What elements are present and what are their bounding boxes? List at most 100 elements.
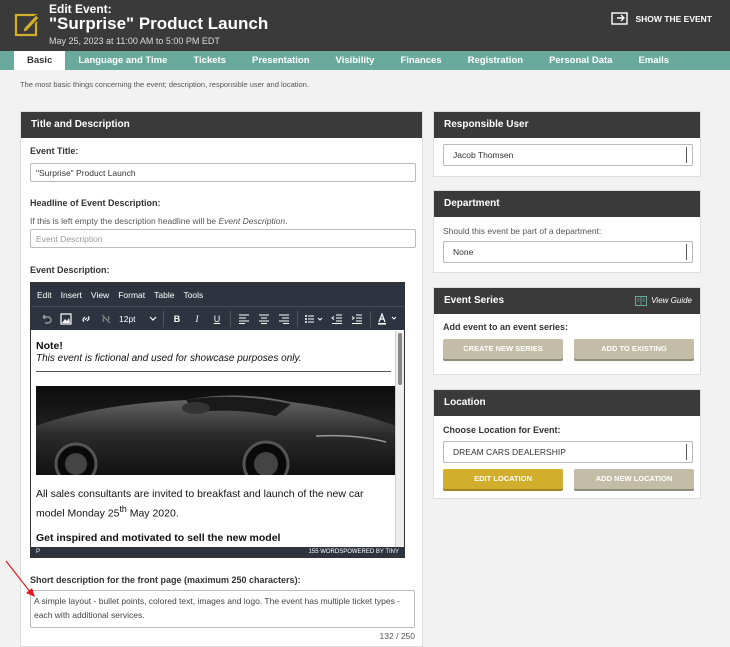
select-handle-icon	[686, 244, 690, 260]
select-handle-icon	[686, 147, 690, 163]
select-handle-icon	[686, 444, 690, 460]
location-label: Choose Location for Event:	[443, 425, 561, 435]
location-select[interactable]: DREAM CARS DEALERSHIP	[443, 441, 693, 463]
department-help: Should this event be part of a departmen…	[443, 226, 602, 236]
show-event-button[interactable]: SHOW THE EVENT	[611, 12, 712, 25]
edit-event-icon	[14, 13, 40, 37]
department-value: None	[453, 247, 474, 257]
unlink-icon[interactable]	[96, 309, 116, 329]
responsible-user-value: Jacob Thomsen	[453, 150, 514, 160]
editor-content[interactable]: Note! This event is fictional and used f…	[31, 331, 396, 548]
toolbar-divider	[163, 310, 164, 327]
create-new-series-button[interactable]: CREATE NEW SERIES	[443, 339, 563, 359]
car-image	[36, 386, 395, 475]
tab-tickets[interactable]: Tickets	[180, 51, 239, 70]
editor-menubar: Edit Insert View Format Table Tools	[31, 283, 404, 306]
note-title: Note!	[36, 340, 63, 352]
bold-icon[interactable]: B	[167, 309, 187, 329]
show-event-label: SHOW THE EVENT	[635, 13, 712, 24]
text-color-icon[interactable]	[374, 309, 404, 329]
short-description-label: Short description for the front page (ma…	[30, 575, 301, 585]
toolbar-divider	[230, 310, 231, 327]
panel-heading: Location	[434, 390, 700, 416]
tab-bar: Basic Language and Time Tickets Presenta…	[0, 51, 730, 70]
panel-heading: Event Series View Guide	[434, 288, 700, 314]
editor-menu-format[interactable]: Format	[118, 290, 145, 300]
editor-word-count: 155 WORDSPOWERED BY TINY	[308, 549, 399, 555]
guide-book-icon	[635, 296, 648, 306]
tab-basic[interactable]: Basic	[14, 51, 66, 70]
page-intro: The most basic things concerning the eve…	[20, 80, 309, 89]
align-left-icon[interactable]	[234, 309, 254, 329]
align-center-icon[interactable]	[254, 309, 274, 329]
event-series-heading: Event Series	[444, 295, 505, 306]
horizontal-rule	[36, 371, 391, 372]
editor-path: P	[36, 549, 41, 555]
view-guide-link[interactable]: View Guide	[635, 288, 692, 314]
arrow-annotation	[5, 560, 35, 597]
para-text-b: May 2020.	[126, 507, 179, 520]
panel-heading: Responsible User	[434, 112, 700, 138]
editor-statusbar: P 155 WORDSPOWERED BY TINY	[31, 547, 404, 557]
toolbar-divider	[370, 310, 371, 327]
tab-registration[interactable]: Registration	[455, 51, 536, 70]
editor-menu-edit[interactable]: Edit	[37, 290, 52, 300]
edit-location-button[interactable]: EDIT LOCATION	[443, 469, 563, 489]
headline-help-em: Event Description	[218, 216, 286, 226]
align-right-icon[interactable]	[274, 309, 294, 329]
font-size-value: 12pt	[119, 313, 136, 324]
tab-visibility[interactable]: Visibility	[323, 51, 388, 70]
headline-label: Headline of Event Description:	[30, 198, 161, 208]
panel-heading: Department	[434, 191, 700, 217]
para-text-a: All sales consultants are invited to bre…	[36, 488, 364, 520]
underline-icon[interactable]: U	[207, 309, 227, 329]
add-to-existing-button[interactable]: ADD TO EXISTING	[574, 339, 694, 359]
tab-presentation[interactable]: Presentation	[239, 51, 323, 70]
toolbar-divider	[297, 310, 298, 327]
rich-text-editor: Edit Insert View Format Table Tools 12pt…	[30, 282, 405, 558]
editor-heading-line: Get inspired and motivated to sell the n…	[36, 531, 281, 544]
open-external-icon	[611, 12, 629, 25]
page-title: "Surprise" Product Launch	[49, 14, 269, 33]
headline-help-prefix: If this is left empty the description he…	[30, 216, 219, 226]
undo-icon[interactable]	[36, 309, 56, 329]
editor-menu-insert[interactable]: Insert	[61, 290, 82, 300]
font-size-select[interactable]: 12pt	[116, 309, 160, 329]
description-label: Event Description:	[30, 265, 110, 275]
editor-paragraph: All sales consultants are invited to bre…	[36, 487, 391, 522]
event-title-label: Event Title:	[30, 146, 79, 156]
tab-language-and-time[interactable]: Language and Time	[65, 51, 180, 70]
link-icon[interactable]	[76, 309, 96, 329]
event-date: May 25, 2023 at 11:00 AM to 5:00 PM EDT	[49, 36, 220, 46]
tab-emails[interactable]: Emails	[625, 51, 682, 70]
bullet-list-icon[interactable]	[301, 309, 327, 329]
app-header: Edit Event: "Surprise" Product Launch Ma…	[0, 0, 730, 51]
editor-toolbar: 12pt B I U	[31, 306, 404, 330]
para-superscript: th	[119, 504, 127, 514]
editor-menu-tools[interactable]: Tools	[183, 290, 203, 300]
headline-input[interactable]: Event Description	[30, 229, 416, 248]
scrollbar-thumb[interactable]	[398, 333, 402, 385]
view-guide-label: View Guide	[651, 296, 692, 305]
tab-finances[interactable]: Finances	[387, 51, 454, 70]
outdent-icon[interactable]	[327, 309, 347, 329]
indent-icon[interactable]	[347, 309, 367, 329]
department-select[interactable]: None	[443, 241, 693, 263]
event-title-input[interactable]: "Surprise" Product Launch	[30, 163, 416, 182]
tab-personal-data[interactable]: Personal Data	[536, 51, 625, 70]
editor-menu-view[interactable]: View	[91, 290, 109, 300]
event-series-label: Add event to an event series:	[443, 322, 569, 332]
location-value: DREAM CARS DEALERSHIP	[453, 447, 566, 457]
panel-heading: Title and Description	[21, 112, 422, 138]
italic-icon[interactable]: I	[187, 309, 207, 329]
short-description-textarea[interactable]: A simple layout - bullet points, colored…	[30, 590, 415, 628]
chevron-down-icon	[149, 316, 157, 321]
add-new-location-button[interactable]: ADD NEW LOCATION	[574, 469, 694, 489]
headline-help-suffix: .	[285, 216, 288, 226]
responsible-user-select[interactable]: Jacob Thomsen	[443, 144, 693, 166]
editor-menu-table[interactable]: Table	[154, 290, 174, 300]
image-icon[interactable]	[56, 309, 76, 329]
headline-help: If this is left empty the description he…	[30, 216, 288, 226]
editor-scrollbar[interactable]	[395, 331, 404, 548]
note-subtitle: This event is fictional and used for sho…	[36, 353, 302, 364]
